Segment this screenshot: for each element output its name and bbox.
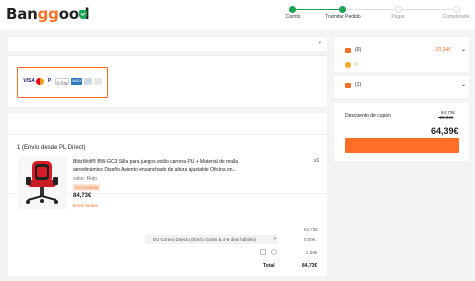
discount-amount: -20,34€ (438, 115, 454, 120)
google-pay-icon: G Pay (55, 78, 69, 85)
logo-text-2: gg (37, 5, 59, 23)
total-label: Total (263, 263, 275, 269)
coupon-discount-label: Descuento de cupón (345, 113, 391, 119)
step-label-cart: Carrito (285, 14, 301, 20)
secure-shield-icon (79, 10, 87, 19)
chevron-down-icon[interactable]: ⌄ (461, 46, 466, 53)
step-dot-complete (453, 6, 460, 13)
insurance-checkbox[interactable] (260, 249, 266, 255)
product-name[interactable]: BlitzWolf® BW-GC3 Silla para juegos esti… (73, 159, 263, 174)
step-dot-pay (395, 6, 402, 13)
shipping-method-select[interactable]: EU Correo Directo (Envío Gratis & 4-6 dí… (145, 235, 278, 244)
step-dot-cart (289, 6, 296, 13)
coupon-icon (345, 48, 351, 53)
step-dot-checkout (339, 6, 346, 13)
progress-line-done (292, 9, 342, 10)
order-total: 64,39€ (431, 126, 459, 136)
info-icon[interactable] (271, 249, 277, 255)
bank-icon (94, 78, 102, 85)
checkout-progress: Carrito Tramitar Pedido Pagar Completada (285, 6, 475, 28)
chevron-down-icon[interactable]: ▾ (318, 40, 321, 46)
points-value: 0 (355, 62, 358, 68)
paypal-icon: P (47, 78, 52, 84)
gaming-chair-image (26, 161, 58, 204)
address-panel[interactable]: ▾ (8, 37, 327, 51)
card-icon (84, 78, 92, 85)
mastercard-icon: MC (36, 78, 44, 85)
amex-icon: AMEX (71, 78, 82, 85)
total-value: 84,73€ (302, 263, 318, 269)
shipping-source-title: 1 (Envío desde PL Direct) (17, 145, 86, 151)
step-label-pay: Pagar (391, 14, 405, 20)
coupon-discount-value: -20,34€ (434, 47, 451, 53)
product-image[interactable] (18, 157, 67, 209)
product-price: 84,73€ (73, 193, 92, 199)
gift-card-count: (1) (355, 82, 362, 88)
free-shipping-note: Envío Gratis (73, 203, 98, 208)
coupon-count: (0) (355, 47, 362, 53)
logo-text-1: Ban (6, 5, 38, 23)
top-bar: Banggood Carrito Tramitar Pedido Pagar C… (0, 0, 475, 30)
banggood-logo[interactable]: Banggood (6, 5, 90, 23)
chevron-down-icon: ▾ (273, 236, 276, 242)
payment-method-card[interactable]: VISA MC P G Pay AMEX (17, 67, 108, 98)
shipping-cost-value: 0,00€ (304, 237, 316, 242)
chevron-down-icon[interactable]: ⌄ (461, 81, 466, 88)
step-label-complete: Completada (442, 14, 470, 20)
gift-card-icon (345, 83, 351, 88)
product-quantity: x1 (314, 158, 320, 164)
insurance-cost-value: 1,69€ (306, 250, 318, 255)
product-color: color: Rojo (73, 176, 97, 182)
shipping-method-label: EU Correo Directo (Envío Gratis & 4-6 dí… (153, 237, 257, 242)
subtotal-value: 84,73€ (304, 227, 318, 232)
place-order-button[interactable] (345, 138, 459, 153)
visa-icon: VISA (23, 78, 35, 84)
step-label-checkout: Tramitar Pedido (325, 14, 361, 20)
points-coin-icon (345, 62, 351, 68)
vat-badge: IVA Incluida (73, 184, 101, 191)
